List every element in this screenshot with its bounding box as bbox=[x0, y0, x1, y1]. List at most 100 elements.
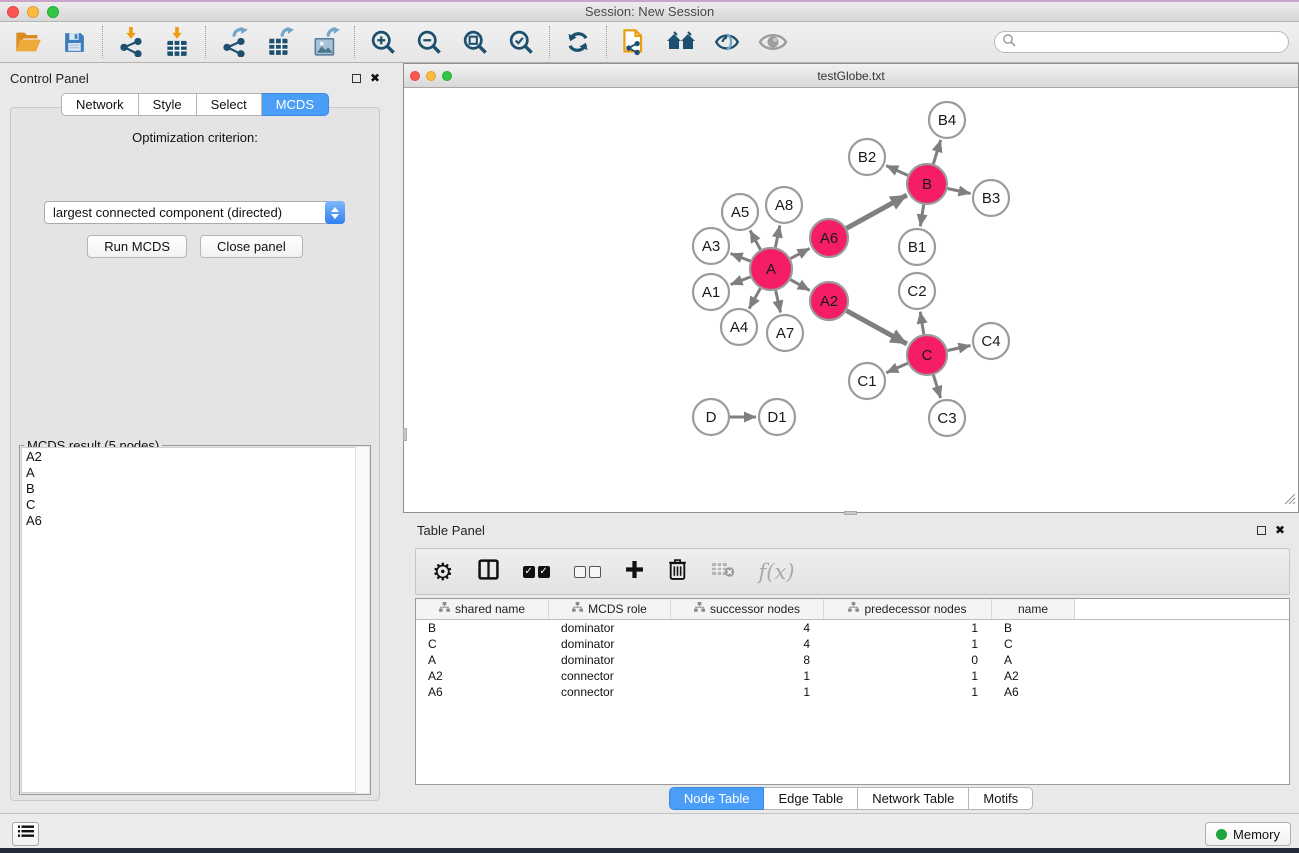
node-D1[interactable]: D1 bbox=[759, 399, 795, 435]
import-network-button[interactable] bbox=[116, 27, 146, 57]
cell-MCDS-role[interactable]: connector bbox=[549, 668, 671, 684]
result-item[interactable]: B bbox=[22, 480, 368, 496]
zoom-fit-button[interactable] bbox=[460, 27, 490, 57]
column-header-predecessor-nodes[interactable]: predecessor nodes bbox=[824, 599, 992, 619]
table-row[interactable]: A6connector11A6 bbox=[416, 684, 1289, 700]
result-item[interactable]: A6 bbox=[22, 512, 368, 528]
cell-predecessor-nodes[interactable]: 0 bbox=[824, 652, 992, 668]
table-settings-button[interactable]: ⚙ bbox=[432, 560, 454, 584]
search-field[interactable] bbox=[994, 31, 1289, 53]
edge-C-C1[interactable] bbox=[886, 363, 907, 372]
deselect-all-columns-button[interactable] bbox=[574, 566, 601, 578]
tab-select[interactable]: Select bbox=[197, 93, 262, 116]
criterion-dropdown[interactable]: largest connected component (directed) bbox=[44, 201, 345, 224]
cell-predecessor-nodes[interactable]: 1 bbox=[824, 636, 992, 652]
cell-successor-nodes[interactable]: 8 bbox=[671, 652, 824, 668]
column-header-MCDS-role[interactable]: MCDS role bbox=[549, 599, 671, 619]
cell-successor-nodes[interactable]: 1 bbox=[671, 684, 824, 700]
delete-table-button[interactable] bbox=[711, 561, 735, 583]
float-table-panel-icon[interactable] bbox=[1257, 526, 1266, 535]
column-header-successor-nodes[interactable]: successor nodes bbox=[671, 599, 824, 619]
tab-style[interactable]: Style bbox=[139, 93, 197, 116]
close-panel-icon[interactable]: ✖ bbox=[370, 72, 380, 84]
cell-shared-name[interactable]: A bbox=[416, 652, 549, 668]
node-B4[interactable]: B4 bbox=[929, 102, 965, 138]
panel-selector-button[interactable] bbox=[12, 822, 39, 846]
tab-network-table[interactable]: Network Table bbox=[858, 787, 969, 810]
node-B3[interactable]: B3 bbox=[973, 180, 1009, 216]
style-preview-button[interactable] bbox=[712, 27, 742, 57]
import-table-button[interactable] bbox=[162, 27, 192, 57]
cell-name[interactable]: A bbox=[992, 652, 1075, 668]
node-C[interactable]: C bbox=[907, 335, 947, 375]
cell-MCDS-role[interactable]: connector bbox=[549, 684, 671, 700]
cell-name[interactable]: A2 bbox=[992, 668, 1075, 684]
node-A1[interactable]: A1 bbox=[693, 274, 729, 310]
panel-collapse-grip[interactable] bbox=[403, 428, 407, 441]
cell-shared-name[interactable]: A2 bbox=[416, 668, 549, 684]
function-builder-button[interactable]: f(x) bbox=[759, 560, 795, 584]
node-C4[interactable]: C4 bbox=[973, 323, 1009, 359]
edge-B-B4[interactable] bbox=[933, 140, 940, 164]
zoom-out-button[interactable] bbox=[414, 27, 444, 57]
delete-column-button[interactable] bbox=[668, 558, 687, 585]
cell-MCDS-role[interactable]: dominator bbox=[549, 636, 671, 652]
select-all-columns-button[interactable]: ✓✓ bbox=[523, 566, 550, 578]
node-A3[interactable]: A3 bbox=[693, 228, 729, 264]
export-table-button[interactable] bbox=[265, 27, 295, 57]
run-mcds-button[interactable]: Run MCDS bbox=[87, 235, 187, 258]
edge-C-C4[interactable] bbox=[948, 346, 971, 351]
edge-B-B1[interactable] bbox=[920, 205, 923, 227]
cell-MCDS-role[interactable]: dominator bbox=[549, 652, 671, 668]
node-B2[interactable]: B2 bbox=[849, 139, 885, 175]
edge-A-A4[interactable] bbox=[749, 288, 760, 308]
node-C2[interactable]: C2 bbox=[899, 273, 935, 309]
table-row[interactable]: Adominator80A bbox=[416, 652, 1289, 668]
memory-button[interactable]: Memory bbox=[1205, 822, 1291, 846]
result-scrollbar[interactable] bbox=[355, 447, 369, 793]
node-A5[interactable]: A5 bbox=[722, 194, 758, 230]
node-A7[interactable]: A7 bbox=[767, 315, 803, 351]
cell-predecessor-nodes[interactable]: 1 bbox=[824, 668, 992, 684]
column-header-name[interactable]: name bbox=[992, 599, 1075, 619]
show-details-button[interactable] bbox=[758, 27, 788, 57]
edge-C-C3[interactable] bbox=[933, 375, 940, 398]
cell-name[interactable]: A6 bbox=[992, 684, 1075, 700]
cell-name[interactable]: B bbox=[992, 620, 1075, 636]
cell-shared-name[interactable]: A6 bbox=[416, 684, 549, 700]
edge-A-A1[interactable] bbox=[731, 277, 751, 285]
float-panel-icon[interactable] bbox=[352, 74, 361, 83]
node-A8[interactable]: A8 bbox=[766, 187, 802, 223]
open-file-button[interactable] bbox=[13, 27, 43, 57]
edge-A-A7[interactable] bbox=[776, 291, 781, 313]
cell-name[interactable]: C bbox=[992, 636, 1075, 652]
resize-grip-icon[interactable] bbox=[1283, 492, 1296, 510]
export-network-button[interactable] bbox=[219, 27, 249, 57]
result-item[interactable]: A bbox=[22, 464, 368, 480]
create-column-button[interactable] bbox=[625, 560, 644, 584]
tab-motifs[interactable]: Motifs bbox=[969, 787, 1033, 810]
network-window-titlebar[interactable]: testGlobe.txt bbox=[404, 64, 1298, 88]
edge-A-A6[interactable] bbox=[790, 248, 809, 258]
tab-edge-table[interactable]: Edge Table bbox=[764, 787, 858, 810]
close-panel-button[interactable]: Close panel bbox=[200, 235, 303, 258]
node-C1[interactable]: C1 bbox=[849, 363, 885, 399]
node-B1[interactable]: B1 bbox=[899, 229, 935, 265]
tab-node-table[interactable]: Node Table bbox=[669, 787, 765, 810]
zoom-in-button[interactable] bbox=[368, 27, 398, 57]
node-D[interactable]: D bbox=[693, 399, 729, 435]
edge-B-B2[interactable] bbox=[886, 166, 908, 176]
cell-MCDS-role[interactable]: dominator bbox=[549, 620, 671, 636]
cell-predecessor-nodes[interactable]: 1 bbox=[824, 684, 992, 700]
node-A4[interactable]: A4 bbox=[721, 309, 757, 345]
edge-A-A5[interactable] bbox=[750, 230, 761, 249]
edge-A2-C[interactable] bbox=[847, 311, 907, 344]
close-table-panel-icon[interactable]: ✖ bbox=[1275, 524, 1285, 536]
tab-mcds[interactable]: MCDS bbox=[262, 93, 329, 116]
mcds-result-list[interactable]: A2ABCA6 bbox=[21, 447, 369, 793]
cell-shared-name[interactable]: B bbox=[416, 620, 549, 636]
search-input[interactable] bbox=[1020, 35, 1288, 49]
node-A[interactable]: A bbox=[750, 248, 792, 290]
refresh-button[interactable] bbox=[563, 27, 593, 57]
cell-successor-nodes[interactable]: 4 bbox=[671, 620, 824, 636]
